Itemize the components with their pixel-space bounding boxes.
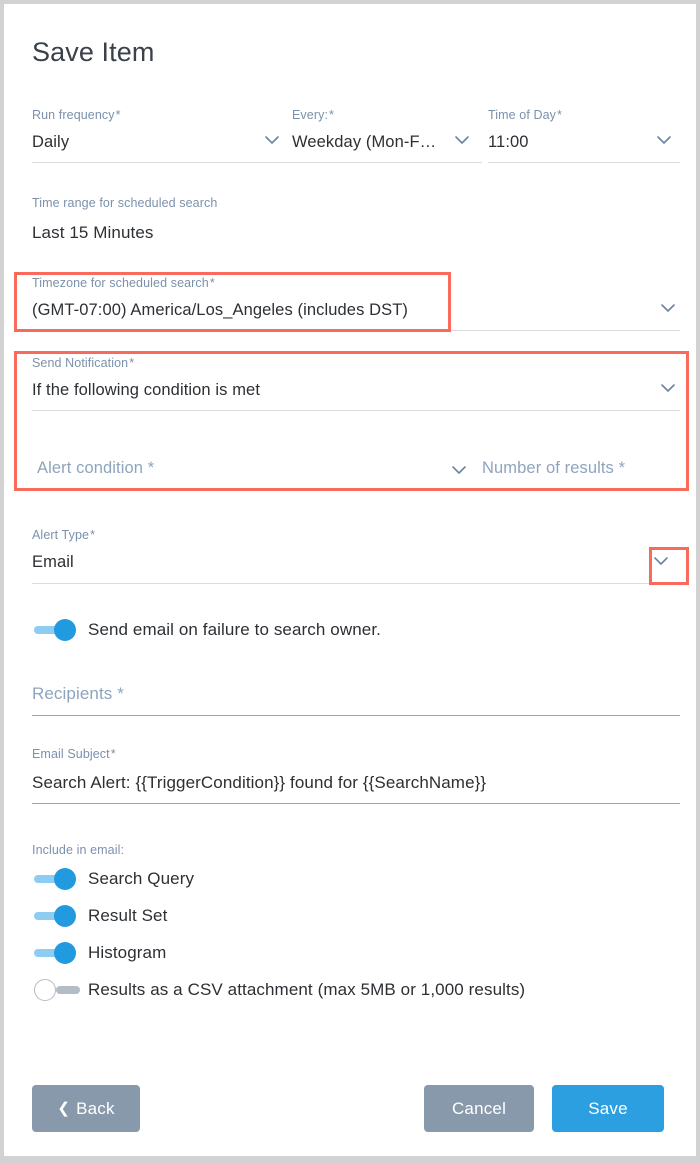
toggle-thumb: [54, 619, 76, 641]
time-of-day-value: 11:00: [488, 133, 529, 151]
time-of-day-label: Time of Day*: [488, 108, 562, 122]
include-item-histogram[interactable]: Histogram: [34, 942, 166, 964]
recipients-field[interactable]: Recipients *: [32, 684, 680, 716]
include-item-csv-attachment[interactable]: Results as a CSV attachment (max 5MB or …: [34, 979, 525, 1001]
back-button-label: Back: [76, 1098, 115, 1118]
send-notification-value: If the following condition is met: [32, 381, 260, 399]
alert-condition-underline: [32, 488, 472, 489]
timezone-underline: [32, 330, 680, 331]
save-button-label: Save: [588, 1098, 628, 1118]
every-underline: [292, 162, 482, 163]
number-of-results-field[interactable]: Number of results *: [482, 459, 682, 489]
save-item-dialog: Save Item Run frequency* Daily Every:* W…: [4, 4, 696, 1156]
alert-condition-placeholder: Alert condition *: [37, 459, 155, 477]
recipients-placeholder: Recipients *: [32, 684, 124, 703]
email-subject-underline: [32, 803, 680, 804]
histogram-toggle[interactable]: [34, 942, 80, 964]
timezone-value: (GMT-07:00) America/Los_Angeles (include…: [32, 301, 408, 319]
cancel-button-label: Cancel: [451, 1098, 507, 1118]
csv-attachment-toggle[interactable]: [34, 979, 80, 1001]
histogram-label: Histogram: [88, 943, 167, 962]
timezone-label: Timezone for scheduled search*: [32, 276, 215, 290]
include-item-search-query[interactable]: Search Query: [34, 868, 194, 890]
send-notification-label: Send Notification*: [32, 356, 135, 370]
number-of-results-placeholder: Number of results *: [482, 459, 626, 477]
back-button[interactable]: ❮ Back: [32, 1085, 140, 1132]
toggle-track: [56, 986, 80, 994]
search-query-toggle[interactable]: [34, 868, 80, 890]
result-set-toggle[interactable]: [34, 905, 80, 927]
alert-type-underline: [32, 583, 680, 584]
include-in-email-label: Include in email:: [32, 843, 125, 857]
save-button[interactable]: Save: [552, 1085, 664, 1132]
time-of-day-field[interactable]: Time of Day* 11:00: [488, 108, 680, 163]
every-value: Weekday (Mon-F…: [292, 133, 437, 151]
alert-type-value: Email: [32, 553, 74, 571]
toggle-thumb: [54, 905, 76, 927]
cancel-button[interactable]: Cancel: [424, 1085, 534, 1132]
time-of-day-underline: [488, 162, 680, 163]
run-frequency-label: Run frequency*: [32, 108, 121, 122]
send-notification-underline: [32, 410, 680, 411]
include-item-result-set[interactable]: Result Set: [34, 905, 167, 927]
chevron-left-icon: ❮: [57, 1100, 71, 1117]
run-frequency-field[interactable]: Run frequency* Daily: [32, 108, 292, 163]
toggle-thumb: [54, 868, 76, 890]
every-label: Every:*: [292, 108, 334, 122]
number-of-results-underline: [482, 488, 680, 489]
email-subject-field[interactable]: Email Subject* Search Alert: {{TriggerCo…: [32, 747, 680, 804]
toggle-thumb: [54, 942, 76, 964]
alert-condition-field[interactable]: Alert condition *: [32, 459, 477, 489]
alert-type-field[interactable]: Alert Type* Email: [32, 528, 680, 584]
send-notification-field[interactable]: Send Notification* If the following cond…: [32, 356, 680, 411]
search-query-label: Search Query: [88, 869, 195, 888]
time-range-field: Time range for scheduled search Last 15 …: [32, 196, 432, 243]
recipients-underline: [32, 715, 680, 716]
result-set-label: Result Set: [88, 906, 168, 925]
time-range-value: Last 15 Minutes: [32, 223, 154, 242]
run-frequency-value: Daily: [32, 133, 70, 151]
run-frequency-underline: [32, 162, 292, 163]
email-subject-value: Search Alert: {{TriggerCondition}} found…: [32, 773, 487, 792]
toggle-thumb: [34, 979, 56, 1001]
send-email-failure-toggle[interactable]: [34, 619, 80, 641]
alert-type-label: Alert Type*: [32, 528, 96, 542]
page-title: Save Item: [32, 37, 155, 67]
csv-attachment-label: Results as a CSV attachment (max 5MB or …: [88, 980, 526, 999]
send-email-failure-label: Send email on failure to search owner.: [88, 620, 381, 639]
every-field[interactable]: Every:* Weekday (Mon-F…: [292, 108, 488, 163]
send-email-failure-toggle-row[interactable]: Send email on failure to search owner.: [34, 619, 381, 641]
email-subject-label: Email Subject*: [32, 747, 116, 761]
timezone-field[interactable]: Timezone for scheduled search* (GMT-07:0…: [32, 276, 680, 331]
time-range-label: Time range for scheduled search: [32, 196, 218, 210]
